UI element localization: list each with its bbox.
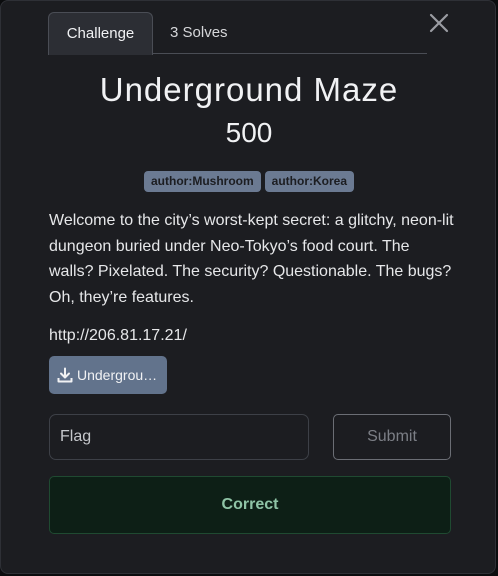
close-icon: [429, 13, 449, 33]
tab-bar: Challenge 3 Solves: [48, 12, 427, 55]
challenge-description: Welcome to the city’s worst-kept secret:…: [49, 212, 454, 306]
close-button[interactable]: [428, 12, 450, 34]
tag-list: author:Mushroom author:Korea: [1, 171, 497, 192]
tab-solves[interactable]: 3 Solves: [170, 12, 228, 54]
download-file-label: Undergrou…: [77, 367, 158, 383]
flag-input[interactable]: [49, 414, 309, 460]
tag-badge: author:Korea: [264, 171, 354, 192]
tab-challenge[interactable]: Challenge: [48, 12, 153, 55]
challenge-title: Underground Maze: [99, 71, 399, 108]
challenge-url: http://206.81.17.21/: [49, 327, 187, 344]
download-file-button[interactable]: Undergrou…: [49, 356, 167, 394]
submit-button[interactable]: Submit: [333, 414, 451, 460]
challenge-modal: Challenge 3 Solves Underground Maze 500 …: [0, 0, 496, 574]
challenge-points: 500: [225, 117, 273, 148]
result-banner: Correct: [49, 476, 451, 534]
tag-badge: author:Mushroom: [144, 171, 261, 192]
download-icon: [57, 367, 73, 383]
